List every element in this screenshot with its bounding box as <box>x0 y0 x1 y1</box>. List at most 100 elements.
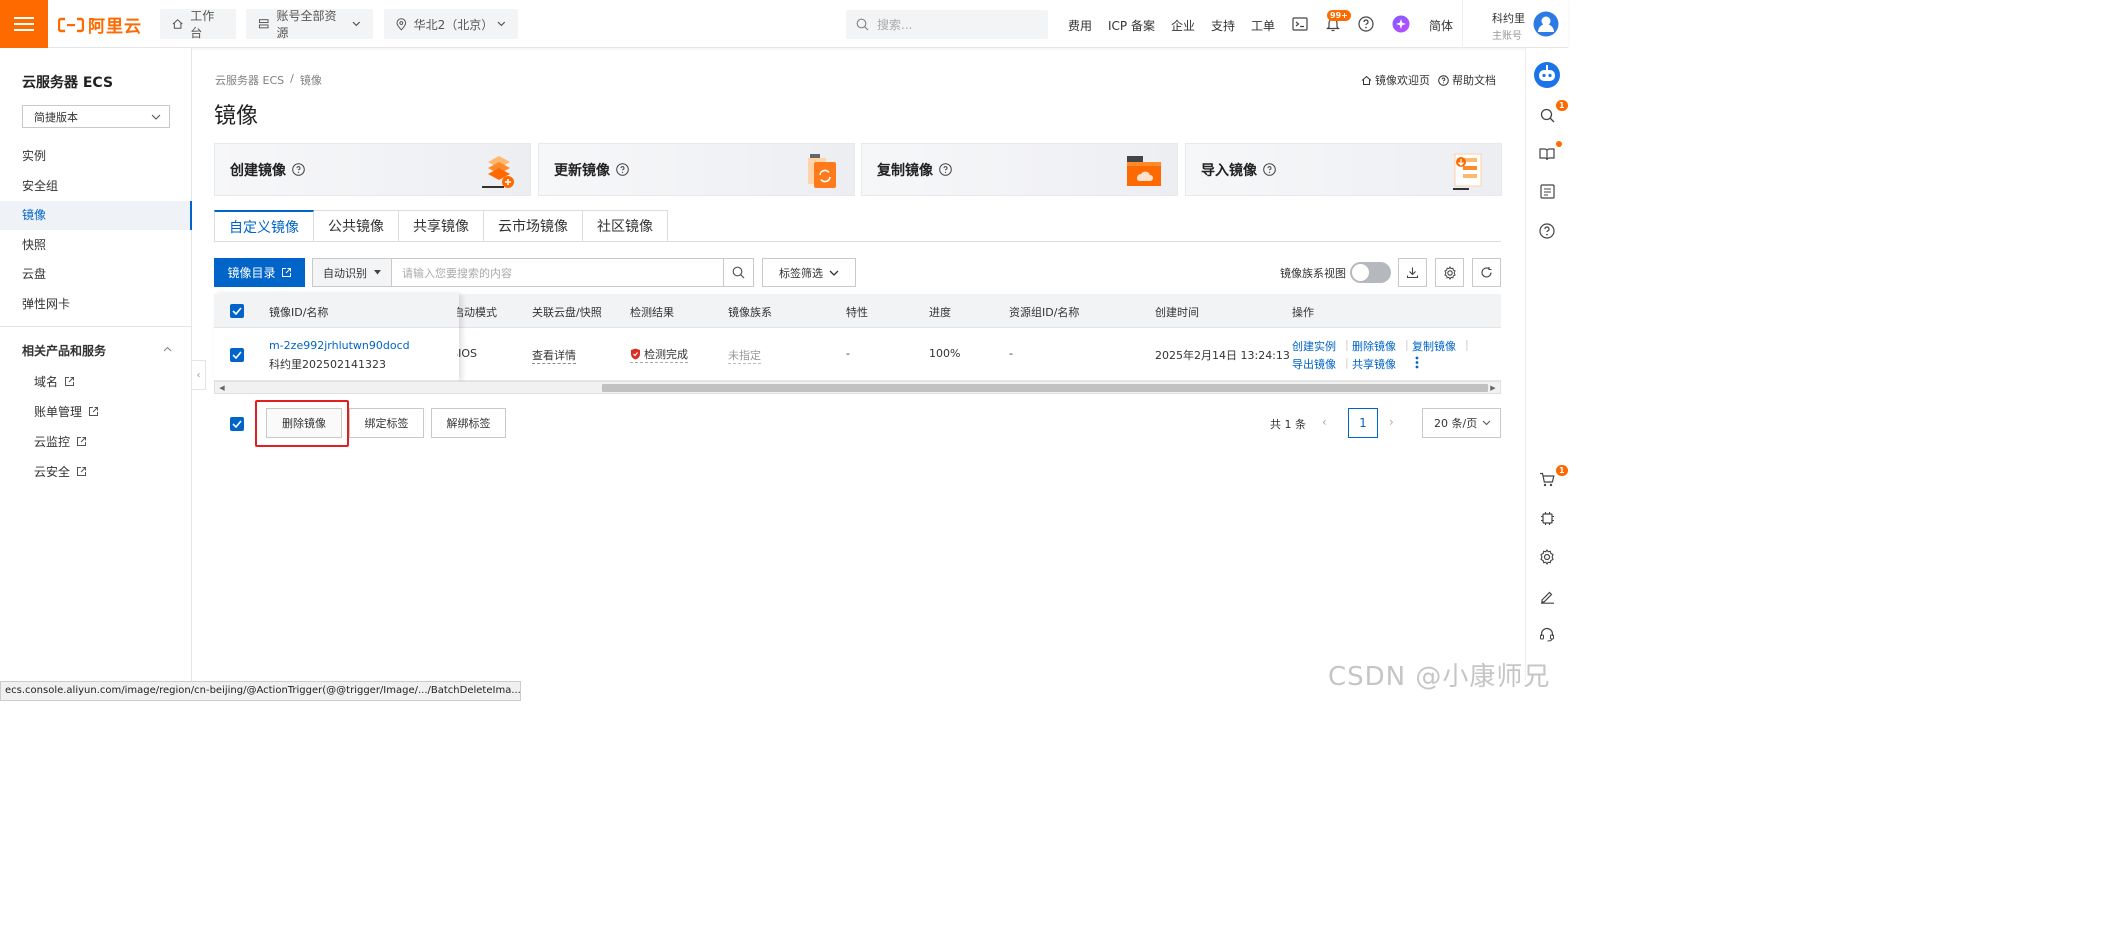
account-menu[interactable]: 科约里 主账号 <box>1462 0 1568 48</box>
edit-icon[interactable] <box>1536 585 1558 607</box>
linked-details-link[interactable]: 查看详情 <box>532 347 576 364</box>
batch-bind-tag-button[interactable]: 绑定标签 <box>349 408 424 438</box>
select-all-checkbox[interactable] <box>230 304 244 318</box>
left-sidebar: 云服务器 ECS 简捷版本 实例 安全组 镜像 快照 云盘 弹性网卡 相关产品和… <box>0 48 192 681</box>
update-image-card[interactable]: 更新镜像 <box>538 143 855 196</box>
row-checkbox[interactable] <box>230 348 244 362</box>
help-icon[interactable] <box>939 163 952 176</box>
image-catalog-button[interactable]: 镜像目录 <box>214 258 305 287</box>
gear-icon[interactable] <box>1536 546 1558 568</box>
sidebar-item-security-groups[interactable]: 安全组 <box>0 172 192 201</box>
create-instance-link[interactable]: 创建实例 <box>1292 338 1336 354</box>
sidebar-link-domain[interactable]: 域名 <box>34 373 75 390</box>
help-icon[interactable] <box>292 163 305 176</box>
tag-filter-dropdown[interactable]: 标签筛选 <box>762 258 856 287</box>
version-select[interactable]: 简捷版本 <box>22 105 170 128</box>
headset-icon[interactable] <box>1536 623 1558 645</box>
prev-page-icon[interactable]: ‹ <box>1322 415 1327 429</box>
help-docs-link[interactable]: 帮助文档 <box>1438 72 1496 88</box>
image-type-tabs: 自定义镜像 公共镜像 共享镜像 云市场镜像 社区镜像 <box>214 210 668 242</box>
page-size-select[interactable]: 20 条/页 <box>1422 408 1501 438</box>
create-image-card[interactable]: 创建镜像 <box>214 143 531 196</box>
download-icon <box>1406 267 1419 279</box>
tab-custom-images[interactable]: 自定义镜像 <box>214 210 314 242</box>
delete-image-link[interactable]: 删除镜像 <box>1352 338 1396 354</box>
import-image-illustration <box>1453 153 1482 190</box>
action-separator: | <box>1345 338 1349 351</box>
column-header-created: 创建时间 <box>1155 306 1199 319</box>
export-button[interactable] <box>1398 258 1427 287</box>
more-actions-icon[interactable] <box>1415 356 1419 369</box>
table-horizontal-scrollbar[interactable]: ◀ ▶ <box>214 381 1501 394</box>
tab-marketplace-images[interactable]: 云市场镜像 <box>484 210 583 242</box>
related-services-toggle[interactable]: 相关产品和服务 <box>22 342 172 359</box>
tab-public-images[interactable]: 公共镜像 <box>314 210 399 242</box>
image-search-input[interactable]: 请输入您要搜索的内容 <box>392 265 723 281</box>
breadcrumb-ecs[interactable]: 云服务器 ECS <box>215 72 284 88</box>
batch-select-checkbox[interactable] <box>230 417 244 431</box>
robot-assistant-icon[interactable] <box>1533 61 1561 89</box>
refresh-icon <box>1481 267 1492 278</box>
search-field-select[interactable]: 自动识别 <box>313 259 392 286</box>
list-check-icon[interactable] <box>1536 180 1558 202</box>
sidebar-link-billing[interactable]: 账单管理 <box>34 403 99 420</box>
sidebar-collapse-handle[interactable]: ‹ <box>192 360 206 390</box>
sidebar-item-snapshots[interactable]: 快照 <box>0 231 192 260</box>
family-view-toggle[interactable] <box>1350 262 1391 283</box>
sidebar-item-eni[interactable]: 弹性网卡 <box>0 290 192 319</box>
cart-icon[interactable] <box>1536 468 1558 490</box>
sidebar-link-security[interactable]: 云安全 <box>34 463 87 480</box>
check-result[interactable]: 检测完成 <box>630 346 688 363</box>
global-search-input[interactable]: 搜索... <box>846 10 1048 39</box>
nav-link-icp[interactable]: ICP 备案 <box>1108 17 1155 34</box>
resources-dropdown[interactable]: 账号全部资源 <box>246 9 373 40</box>
copy-image-link[interactable]: 复制镜像 <box>1412 338 1456 354</box>
server-icon <box>258 19 269 29</box>
scroll-left-arrow-icon[interactable]: ◀ <box>216 382 228 393</box>
settings-button[interactable] <box>1435 258 1464 287</box>
import-image-card[interactable]: 导入镜像 <box>1185 143 1502 196</box>
scroll-right-arrow-icon[interactable]: ▶ <box>1487 382 1499 393</box>
nav-link-enterprise[interactable]: 企业 <box>1171 17 1195 34</box>
export-image-link[interactable]: 导出镜像 <box>1292 356 1336 372</box>
help-icon[interactable] <box>1357 15 1375 33</box>
nav-link-ticket[interactable]: 工单 <box>1251 17 1275 34</box>
aliyun-logo[interactable]: 阿里云 <box>58 12 142 37</box>
check-icon <box>232 351 242 359</box>
sidebar-item-instances[interactable]: 实例 <box>0 142 192 171</box>
nav-link-billing[interactable]: 费用 <box>1068 17 1092 34</box>
search-icon <box>856 18 869 31</box>
column-header-linked-disk: 关联云盘/快照 <box>532 306 602 319</box>
nav-link-support[interactable]: 支持 <box>1211 17 1235 34</box>
tab-community-images[interactable]: 社区镜像 <box>583 210 668 242</box>
column-header-progress: 进度 <box>929 306 951 319</box>
menu-icon[interactable] <box>0 0 48 48</box>
ai-assistant-icon[interactable] <box>1392 15 1410 33</box>
search-submit-button[interactable] <box>723 259 753 286</box>
welcome-page-link[interactable]: 镜像欢迎页 <box>1361 72 1430 88</box>
terminal-icon[interactable] <box>1291 15 1309 33</box>
chip-icon[interactable] <box>1536 507 1558 529</box>
region-dropdown[interactable]: 华北2（北京） <box>384 9 518 39</box>
sidebar-item-disks[interactable]: 云盘 <box>0 260 192 289</box>
image-id-link[interactable]: m-2ze992jrhlutwn90docd <box>269 339 410 352</box>
language-switch[interactable]: 简体 <box>1429 17 1453 34</box>
copy-image-card[interactable]: 复制镜像 <box>861 143 1178 196</box>
share-image-link[interactable]: 共享镜像 <box>1352 356 1396 372</box>
next-page-icon[interactable]: › <box>1389 415 1394 429</box>
scrollbar-thumb[interactable] <box>602 384 1488 392</box>
help-icon[interactable] <box>1536 220 1558 242</box>
search-icon[interactable] <box>1536 104 1558 126</box>
sidebar-link-cloudmonitor[interactable]: 云监控 <box>34 433 87 450</box>
refresh-button[interactable] <box>1472 258 1501 287</box>
tab-shared-images[interactable]: 共享镜像 <box>399 210 484 242</box>
workbench-button[interactable]: 工作台 <box>160 9 236 40</box>
batch-unbind-tag-button[interactable]: 解绑标签 <box>431 408 506 438</box>
current-page-button[interactable]: 1 <box>1348 408 1378 438</box>
help-icon[interactable] <box>616 163 629 176</box>
image-family-value[interactable]: 未指定 <box>728 347 761 364</box>
sidebar-item-images[interactable]: 镜像 <box>0 201 192 230</box>
help-icon[interactable] <box>1263 163 1276 176</box>
book-icon[interactable] <box>1536 143 1558 165</box>
chevron-down-icon <box>497 21 506 27</box>
